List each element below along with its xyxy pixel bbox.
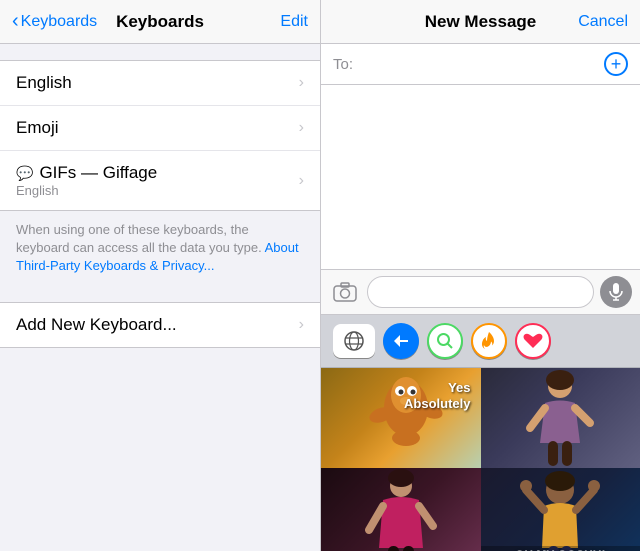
gif-text-yes-absolutely: YesAbsolutely <box>404 380 470 414</box>
chevron-icon: › <box>299 74 304 92</box>
emoji-label: Emoji <box>16 118 59 138</box>
privacy-text: When using one of these keyboards, the k… <box>16 222 262 255</box>
keyboards-list: English › Emoji › 💬 GIFs — Giffage Engli… <box>0 60 320 211</box>
english-label: English <box>16 73 72 93</box>
new-message-panel: New Message Cancel To: + <box>320 0 640 551</box>
back-keyboard-button[interactable] <box>383 323 419 359</box>
add-keyboard-button[interactable]: Add New Keyboard... › <box>0 303 320 347</box>
gif-item-2[interactable] <box>481 368 640 468</box>
keyboard-toolbar <box>321 315 640 368</box>
gif-grid: YesAbsolutely <box>321 368 640 551</box>
edit-button[interactable]: Edit <box>280 13 308 31</box>
keyboards-title: Keyboards <box>116 12 204 32</box>
input-bar <box>321 269 640 315</box>
gifs-icon: 💬 <box>16 165 33 182</box>
mic-button[interactable] <box>600 276 632 308</box>
message-nav-bar: New Message Cancel <box>321 0 640 44</box>
list-item-emoji[interactable]: Emoji › <box>0 106 320 151</box>
chevron-icon: › <box>299 172 304 190</box>
globe-keyboard-button[interactable] <box>333 324 375 358</box>
gifs-subtitle: English <box>16 183 157 198</box>
list-item-gifs[interactable]: 💬 GIFs — Giffage English › <box>0 151 320 210</box>
gif-text-oh-my-gosh: OH MY GOSHU! <box>481 546 640 551</box>
to-label: To: <box>333 56 353 73</box>
gifs-label: GIFs — Giffage <box>39 163 157 183</box>
add-contact-button[interactable]: + <box>604 52 628 76</box>
chevron-icon: › <box>299 316 304 334</box>
chevron-icon: › <box>299 119 304 137</box>
list-item-english[interactable]: English › <box>0 61 320 106</box>
back-arrow-icon: ‹ <box>12 10 19 33</box>
cancel-button[interactable]: Cancel <box>578 13 628 31</box>
message-input[interactable] <box>367 276 594 308</box>
privacy-notice: When using one of these keyboards, the k… <box>0 211 320 286</box>
add-keyboard-label: Add New Keyboard... <box>16 315 177 335</box>
message-title: New Message <box>425 12 537 32</box>
add-keyboard-section: Add New Keyboard... › <box>0 302 320 348</box>
keyboards-panel: ‹ Keyboards Keyboards Edit English › Emo… <box>0 0 320 551</box>
favorites-keyboard-button[interactable] <box>515 323 551 359</box>
back-button[interactable]: ‹ Keyboards <box>12 10 97 33</box>
keyboards-nav-bar: ‹ Keyboards Keyboards Edit <box>0 0 320 44</box>
to-input[interactable] <box>359 56 604 73</box>
gif-item-4[interactable]: OH MY GOSHU! <box>481 468 640 551</box>
gif-item-3[interactable] <box>321 468 481 551</box>
trending-keyboard-button[interactable] <box>471 323 507 359</box>
gifs-content: 💬 GIFs — Giffage English <box>16 163 157 198</box>
camera-button[interactable] <box>329 276 361 308</box>
gif-item-1[interactable]: YesAbsolutely <box>321 368 481 468</box>
search-keyboard-button[interactable] <box>427 323 463 359</box>
message-body <box>321 85 640 269</box>
back-label: Keyboards <box>21 13 98 31</box>
to-field: To: + <box>321 44 640 85</box>
